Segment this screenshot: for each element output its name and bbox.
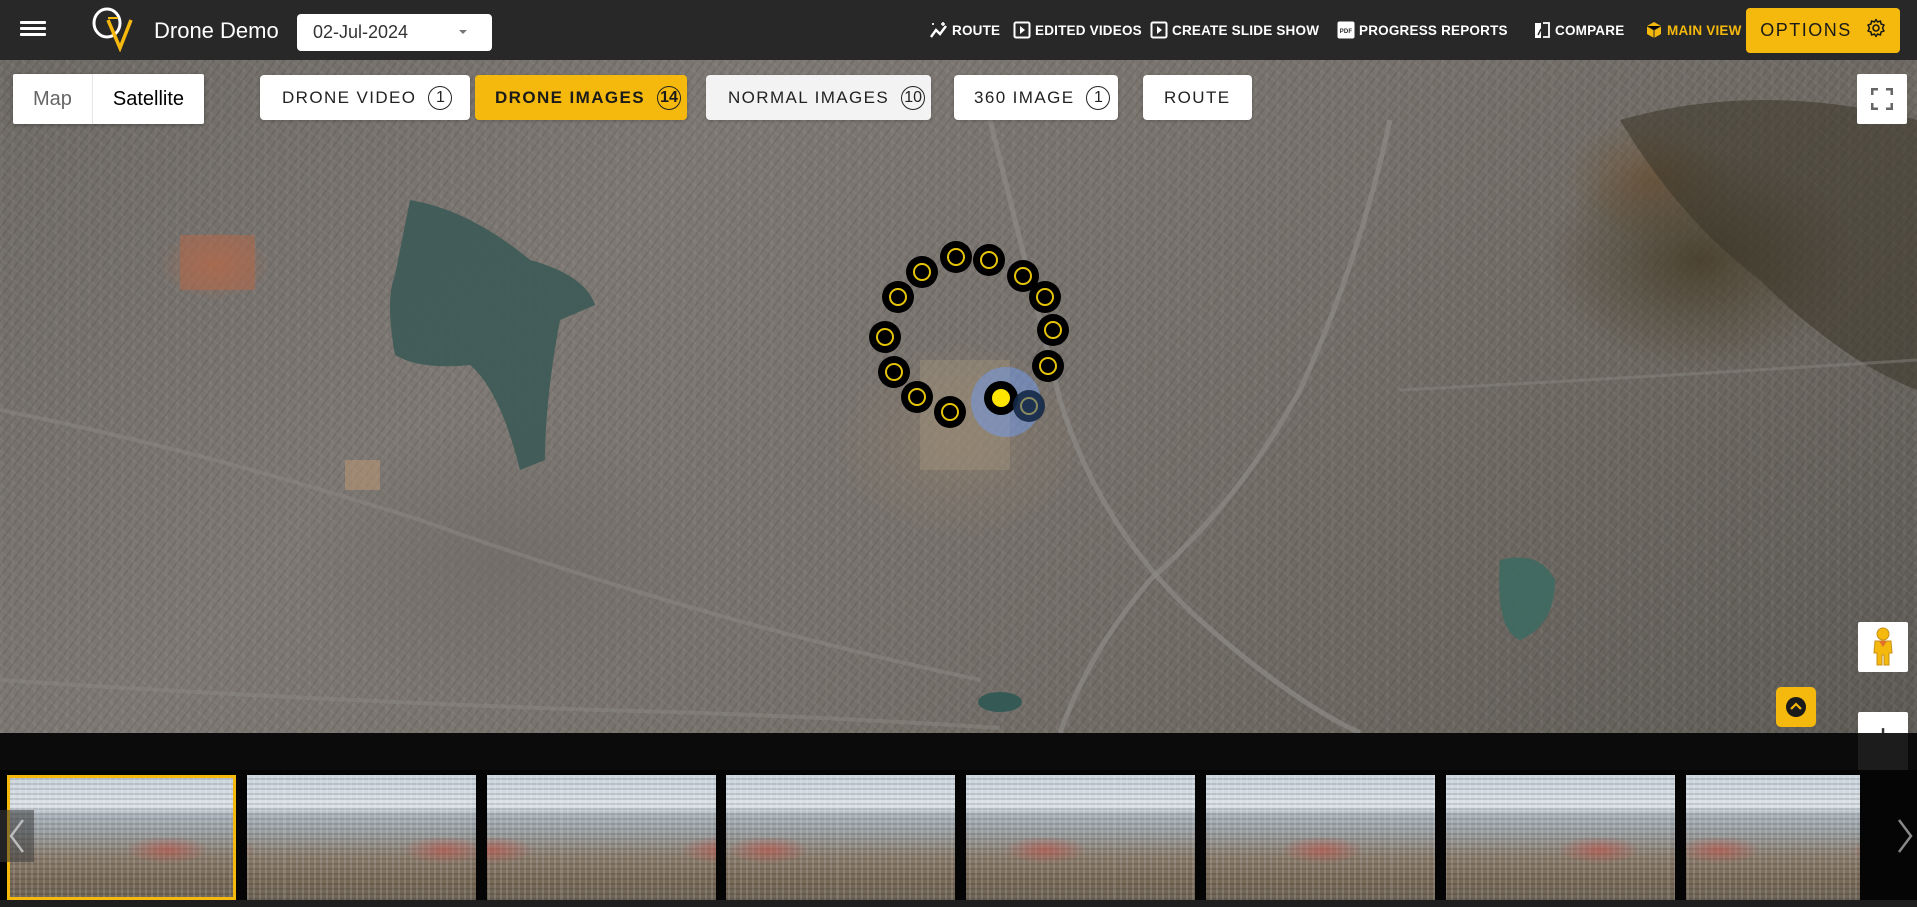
- gear-icon: [1866, 18, 1886, 43]
- filmstrip-thumbnail[interactable]: [487, 775, 716, 900]
- play-box-icon: [1150, 21, 1168, 39]
- filmstrip-next-button[interactable]: [1888, 810, 1917, 862]
- svg-text:PDF: PDF: [1340, 29, 1353, 35]
- options-button[interactable]: OPTIONS: [1746, 8, 1900, 53]
- drone-image-marker[interactable]: [940, 241, 972, 273]
- nav-create-slide-show[interactable]: CREATE SLIDE SHOW: [1150, 20, 1319, 40]
- map-type-map[interactable]: Map: [13, 74, 93, 124]
- filter-route[interactable]: ROUTE: [1143, 75, 1252, 120]
- filter-drone-images-count: 14: [656, 85, 681, 110]
- map-type-satellite[interactable]: Satellite: [93, 74, 204, 124]
- filter-normal-images[interactable]: NORMAL IMAGES 10: [706, 75, 932, 120]
- chevron-up-icon: [1786, 697, 1806, 717]
- plus-icon: +: [1873, 718, 1893, 734]
- chevron-left-icon: [9, 819, 24, 853]
- top-bar: Drone Demo 02-Jul-2024 ROUTE EDITED VIDE…: [0, 0, 1917, 60]
- collapse-filmstrip-button[interactable]: [1776, 687, 1816, 727]
- filter-drone-video-count: 1: [428, 85, 453, 110]
- filmstrip-thumbnail[interactable]: [7, 775, 236, 900]
- drone-image-marker[interactable]: [934, 396, 966, 428]
- filter-drone-images-label: DRONE IMAGES: [495, 87, 645, 107]
- date-dropdown[interactable]: 02-Jul-2024: [297, 14, 492, 51]
- map-type-control: Map Satellite: [13, 74, 205, 124]
- drone-image-marker[interactable]: [901, 381, 933, 413]
- fullscreen-icon: [1871, 88, 1893, 110]
- hamburger-menu-button[interactable]: [20, 18, 48, 42]
- compare-icon: [1533, 21, 1551, 39]
- nav-create-slide-show-label: CREATE SLIDE SHOW: [1172, 22, 1320, 38]
- nav-compare-label: COMPARE: [1555, 22, 1625, 38]
- filmstrip-thumbnail[interactable]: [1446, 775, 1675, 900]
- filter-360-image-count: 1: [1086, 85, 1111, 110]
- drone-image-marker[interactable]: [869, 321, 901, 353]
- play-box-icon: [1013, 21, 1031, 39]
- filter-drone-images[interactable]: DRONE IMAGES 14: [475, 75, 687, 120]
- date-value: 02-Jul-2024: [313, 22, 409, 42]
- cube-icon: [1645, 21, 1663, 39]
- fullscreen-button[interactable]: [1857, 74, 1907, 124]
- nav-edited-videos-label: EDITED VIDEOS: [1035, 22, 1142, 38]
- nav-progress-reports-label: PROGRESS REPORTS: [1359, 22, 1508, 38]
- filter-normal-images-label: NORMAL IMAGES: [728, 87, 890, 107]
- filter-drone-video-label: DRONE VIDEO: [282, 87, 417, 107]
- drone-image-marker[interactable]: [882, 281, 914, 313]
- filmstrip-thumbnail[interactable]: [966, 775, 1195, 900]
- filter-normal-images-count: 10: [901, 85, 926, 110]
- zoom-control-overlap: [1858, 733, 1908, 770]
- menu-line: [20, 27, 46, 30]
- filmstrip-prev-button[interactable]: [0, 810, 34, 862]
- caret-down-icon: [459, 30, 467, 34]
- pegman-icon: [1873, 627, 1893, 666]
- filmstrip-thumbnail[interactable]: [1686, 775, 1860, 900]
- filter-360-image-label: 360 IMAGE: [974, 87, 1075, 107]
- zoom-in-button[interactable]: +: [1858, 712, 1908, 733]
- drone-image-marker[interactable]: [973, 244, 1005, 276]
- filter-route-label: ROUTE: [1164, 87, 1231, 107]
- menu-line: [20, 21, 46, 24]
- qv-logo: [92, 7, 133, 52]
- map-terrain: [0, 100, 1917, 733]
- options-label: OPTIONS: [1760, 20, 1852, 40]
- filmstrip-thumbnail[interactable]: [726, 775, 955, 900]
- satellite-map[interactable]: Map Satellite DRONE VIDEO 1 DRONE IMAGES…: [0, 60, 1917, 733]
- nav-edited-videos[interactable]: EDITED VIDEOS: [1013, 20, 1142, 40]
- image-filmstrip: [0, 770, 1917, 900]
- drone-image-marker[interactable]: [1032, 350, 1064, 382]
- app-title: Drone Demo: [154, 18, 279, 43]
- nav-route-label: ROUTE: [952, 22, 1001, 38]
- chevron-right-icon: [1898, 819, 1913, 853]
- drone-image-marker[interactable]: [906, 256, 938, 288]
- nav-compare[interactable]: COMPARE: [1533, 20, 1624, 40]
- pdf-icon: PDF: [1337, 21, 1355, 39]
- nav-main-view-label: MAIN VIEW: [1667, 22, 1742, 38]
- menu-line: [20, 33, 46, 36]
- nav-route[interactable]: ROUTE: [930, 20, 1000, 40]
- filmstrip-header-band: [0, 733, 1917, 770]
- street-view-pegman-button[interactable]: [1858, 622, 1908, 672]
- drone-image-marker[interactable]: [1013, 390, 1045, 422]
- nav-progress-reports[interactable]: PDF PROGRESS REPORTS: [1337, 20, 1508, 40]
- drone-image-marker[interactable]: [878, 356, 910, 388]
- filter-drone-video[interactable]: DRONE VIDEO 1: [260, 75, 471, 120]
- nav-main-view[interactable]: MAIN VIEW: [1645, 20, 1742, 40]
- drone-image-marker[interactable]: [1029, 281, 1061, 313]
- filter-360-image[interactable]: 360 IMAGE 1: [954, 75, 1119, 120]
- filmstrip-thumbnail[interactable]: [1206, 775, 1435, 900]
- route-sparkle-icon: [930, 21, 948, 39]
- bottom-edge: [0, 900, 1917, 907]
- drone-image-marker[interactable]: [1037, 314, 1069, 346]
- filmstrip-thumbnail[interactable]: [247, 775, 476, 900]
